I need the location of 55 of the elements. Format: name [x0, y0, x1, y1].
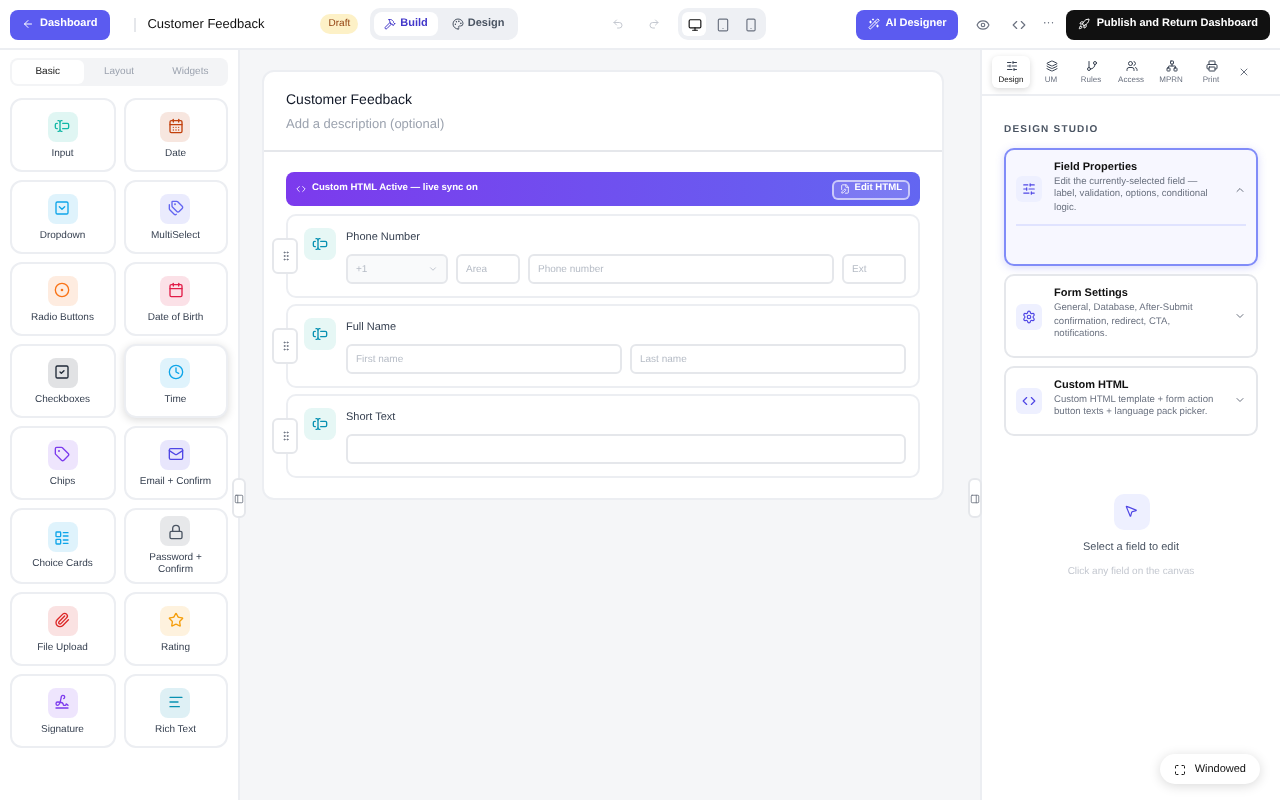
- palette-icon: [451, 18, 464, 30]
- wand-icon: [867, 18, 880, 30]
- chevron-down-icon: [1234, 310, 1246, 323]
- panel-toggle-icon[interactable]: [968, 478, 982, 518]
- list-icon: [54, 529, 71, 545]
- radio-icon: [54, 282, 71, 298]
- branch-icon: [1085, 60, 1097, 72]
- eye-icon: [975, 17, 990, 31]
- field-icon: [304, 318, 336, 350]
- tag-icon: [54, 446, 71, 462]
- sliders-icon: [1005, 60, 1017, 72]
- checkbox-icon: [54, 364, 71, 380]
- code-icon: [296, 184, 306, 194]
- printer-icon: [1205, 60, 1217, 72]
- layers-icon: [1045, 60, 1057, 72]
- drag-handle-icon[interactable]: [272, 328, 298, 364]
- field-icon: [304, 408, 336, 440]
- monitor-icon: [687, 17, 702, 31]
- paperclip-icon: [54, 612, 71, 628]
- users-icon: [1125, 60, 1137, 72]
- undo-icon: [612, 18, 625, 30]
- tablet-icon: [715, 17, 730, 31]
- mail-icon: [167, 446, 184, 462]
- sliders-icon: [1022, 182, 1036, 197]
- chevron-up-icon: [1234, 183, 1246, 196]
- drag-handle-icon[interactable]: [272, 418, 298, 454]
- drag-handle-icon[interactable]: [272, 238, 298, 274]
- redo-icon: [648, 18, 661, 30]
- arrow-left-icon: [22, 18, 34, 30]
- pointer-icon: [1124, 504, 1138, 519]
- lock-icon: [167, 523, 184, 539]
- field-icon: [304, 228, 336, 260]
- input-icon: [54, 118, 71, 134]
- phone-icon: [743, 17, 758, 31]
- code-icon: [1022, 393, 1036, 408]
- hammer-icon: [384, 18, 397, 30]
- signature-icon: [54, 694, 71, 710]
- star-icon: [167, 612, 184, 628]
- chevron-down-icon: [1234, 394, 1246, 407]
- code-icon: [1011, 17, 1026, 31]
- edit-icon: [840, 184, 851, 194]
- panel-toggle-icon[interactable]: [232, 478, 246, 518]
- close-icon: [1238, 66, 1250, 78]
- calendar-icon: [167, 282, 184, 298]
- rocket-icon: [1078, 18, 1091, 30]
- tags-icon: [167, 200, 184, 216]
- calendar-icon: [167, 118, 184, 134]
- text-lines-icon: [167, 694, 184, 710]
- desktop-view-button[interactable]: [682, 12, 707, 36]
- chevron-down-icon: [428, 264, 438, 274]
- network-icon: [1165, 60, 1177, 72]
- clock-icon: [167, 364, 184, 380]
- input-field[interactable]: [346, 434, 906, 464]
- dropdown-icon: [54, 200, 71, 216]
- settings-icon: [1022, 309, 1036, 324]
